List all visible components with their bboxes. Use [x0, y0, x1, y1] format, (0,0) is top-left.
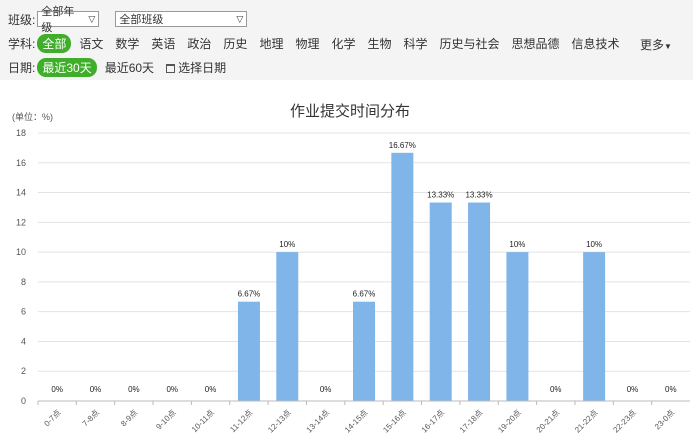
- y-tick-label: 18: [16, 128, 26, 138]
- data-label: 10%: [509, 240, 525, 249]
- filter-panel: 班级: 全部年级 ▽ 全部班级 ▽ 学科: 全部 语文 数学 英语 政治 历史 …: [0, 0, 693, 80]
- subject-physics[interactable]: 物理: [295, 35, 319, 52]
- data-label: 13.33%: [465, 191, 492, 200]
- pick-date-label: 选择日期: [178, 60, 227, 75]
- chart-title: 作业提交时间分布: [290, 102, 410, 120]
- x-tick-label: 19-20点: [496, 408, 522, 434]
- calendar-icon: [166, 63, 176, 73]
- y-tick-label: 10: [16, 247, 26, 257]
- bar: [353, 301, 375, 401]
- chevron-down-icon: ▽: [236, 13, 244, 24]
- y-tick-label: 8: [21, 277, 26, 287]
- data-label: 0%: [627, 385, 639, 394]
- subject-history[interactable]: 历史: [223, 35, 247, 52]
- date-last-60-days[interactable]: 最近60天: [105, 59, 154, 76]
- class-filter-row: 班级: 全部年级 ▽ 全部班级 ▽: [8, 6, 248, 34]
- chevron-down-icon: ▽: [88, 13, 96, 24]
- pick-date-button[interactable]: 选择日期: [166, 59, 226, 76]
- data-label: 0%: [90, 385, 102, 394]
- subject-it[interactable]: 信息技术: [572, 35, 620, 52]
- data-label: 0%: [320, 385, 332, 394]
- subject-all[interactable]: 全部: [37, 33, 72, 53]
- bar: [506, 252, 529, 401]
- x-tick-label: 23-0点: [653, 408, 676, 431]
- bar: [583, 252, 606, 401]
- data-label: 16.67%: [389, 141, 416, 150]
- x-tick-label: 14-15点: [343, 408, 369, 434]
- more-label: 更多: [640, 38, 665, 52]
- data-label: 10%: [279, 240, 295, 249]
- caret-down-icon: ▼: [664, 42, 672, 51]
- subject-history-society[interactable]: 历史与社会: [440, 35, 500, 52]
- data-label: 0%: [550, 385, 562, 394]
- data-label: 13.33%: [427, 191, 454, 200]
- subject-chinese[interactable]: 语文: [79, 35, 103, 52]
- y-tick-label: 14: [16, 188, 26, 198]
- x-tick-label: 17-18点: [458, 408, 484, 434]
- y-tick-label: 4: [21, 336, 26, 346]
- x-tick-label: 0-7点: [42, 408, 62, 428]
- y-tick-label: 16: [16, 158, 26, 168]
- x-tick-label: 21-22点: [573, 408, 599, 434]
- subject-math[interactable]: 数学: [115, 35, 139, 52]
- x-tick-label: 9-10点: [154, 408, 177, 431]
- subject-politics[interactable]: 政治: [187, 35, 211, 52]
- x-tick-label: 16-17点: [420, 408, 446, 434]
- subject-english[interactable]: 英语: [151, 35, 175, 52]
- subject-science[interactable]: 科学: [404, 35, 428, 52]
- data-label: 0%: [51, 385, 63, 394]
- bar: [391, 152, 414, 401]
- subject-ethics[interactable]: 思想品德: [512, 35, 560, 52]
- x-tick-label: 7-8点: [81, 408, 101, 428]
- x-tick-label: 20-21点: [535, 408, 561, 434]
- bar: [276, 252, 299, 401]
- date-filter-row: 日期: 最近30天 最近60天 选择日期: [8, 57, 238, 77]
- y-tick-label: 0: [21, 396, 26, 406]
- grade-select[interactable]: 全部年级 ▽: [37, 6, 100, 34]
- date-label: 日期:: [8, 60, 36, 75]
- subject-biology[interactable]: 生物: [367, 35, 391, 52]
- x-tick-label: 15-16点: [381, 408, 407, 434]
- y-axis-label: (单位：%): [12, 111, 53, 122]
- more-subjects-button[interactable]: 更多▼: [640, 36, 672, 53]
- class-select-value: 全部班级: [119, 14, 164, 26]
- bar: [429, 202, 452, 401]
- x-tick-label: 10-11点: [190, 408, 216, 434]
- y-tick-label: 12: [16, 217, 26, 227]
- subject-chemistry[interactable]: 化学: [331, 35, 355, 52]
- data-label: 6.67%: [238, 290, 261, 299]
- x-tick-label: 11-12点: [228, 408, 254, 434]
- data-label: 10%: [586, 240, 602, 249]
- data-label: 0%: [205, 385, 217, 394]
- y-tick-label: 6: [21, 307, 26, 317]
- data-label: 0%: [128, 385, 140, 394]
- x-tick-label: 8-9点: [119, 408, 139, 428]
- bar: [237, 301, 260, 401]
- x-tick-label: 22-23点: [611, 408, 637, 434]
- subject-filter-row: 学科: 全部 语文 数学 英语 政治 历史 地理 物理 化学 生物 科学 历史与…: [8, 33, 632, 53]
- grade-select-value: 全部年级: [41, 6, 75, 34]
- data-label: 0%: [665, 385, 677, 394]
- date-last-30-days[interactable]: 最近30天: [37, 57, 97, 77]
- class-select[interactable]: 全部班级 ▽: [115, 11, 248, 27]
- submission-time-chart: 作业提交时间分布 (单位：%) 0% 0% 0% 0% 0% 6.67% 10% 0% 6.67…: [12, 102, 690, 435]
- x-tick-label: 12-13点: [266, 408, 292, 434]
- y-tick-label: 2: [21, 366, 26, 376]
- data-label: 6.67%: [353, 290, 376, 299]
- bar: [468, 202, 491, 401]
- subject-label: 学科:: [8, 36, 36, 51]
- x-tick-label: 13-14点: [305, 408, 331, 434]
- subject-geography[interactable]: 地理: [259, 35, 283, 52]
- class-label: 班级:: [8, 12, 36, 27]
- data-label: 0%: [166, 385, 178, 394]
